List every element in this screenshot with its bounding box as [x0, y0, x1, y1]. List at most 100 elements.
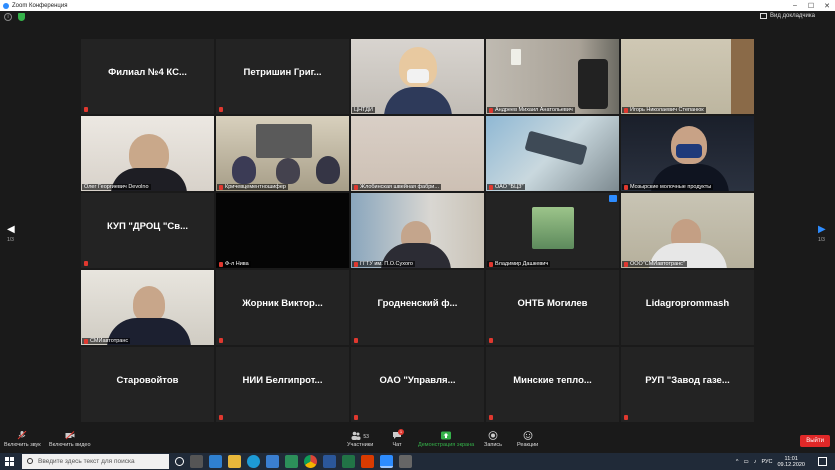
- mic-muted-icon: [624, 184, 628, 190]
- participant-video[interactable]: СМИавтотранс: [81, 270, 214, 345]
- excel-icon[interactable]: [342, 455, 355, 468]
- edge-browser-icon[interactable]: [247, 455, 260, 468]
- mic-muted-icon: [84, 107, 88, 112]
- windows-start-icon[interactable]: [5, 457, 14, 466]
- zoom-taskbar-icon[interactable]: [380, 455, 393, 468]
- participant-video-active-speaker[interactable]: ЦНТДИ: [351, 39, 484, 114]
- participant-tile[interactable]: Минские тепло...: [486, 347, 619, 422]
- record-label: Запись: [484, 442, 503, 448]
- participant-video[interactable]: Жлобинская швейная фабри...: [351, 116, 484, 191]
- clock[interactable]: 11:01 09.12.2020: [777, 456, 805, 468]
- taskbar-search-input[interactable]: Введите здесь текст для поиска: [22, 454, 169, 469]
- participants-count: 53: [363, 433, 369, 440]
- participant-video[interactable]: Кричевцементношифер: [216, 116, 349, 191]
- chat-label: Чат: [392, 442, 402, 448]
- mic-off-icon: [17, 431, 27, 440]
- record-button[interactable]: Запись: [484, 431, 502, 448]
- system-tray: ^ ▭ ♪ РУС 11:01 09.12.2020: [736, 456, 805, 468]
- volume-icon[interactable]: ♪: [754, 459, 757, 465]
- zoom-logo-icon: [3, 2, 9, 9]
- mic-muted-icon: [624, 107, 628, 113]
- participant-label: СМИавтотранс: [90, 338, 129, 344]
- participant-video[interactable]: Владимир Дашкевич: [486, 193, 619, 268]
- mic-muted-icon: [489, 107, 493, 113]
- participants-button[interactable]: 53 Участники: [347, 431, 373, 448]
- participant-video[interactable]: Мозырские молочные продукты: [621, 116, 754, 191]
- participant-tile[interactable]: Петришин Григ...: [216, 39, 349, 114]
- participant-tile[interactable]: ОНТБ Могилев: [486, 270, 619, 345]
- mic-muted-icon: [489, 415, 493, 420]
- pdf-reader-icon[interactable]: [361, 455, 374, 468]
- app-icon[interactable]: [285, 455, 298, 468]
- word-icon[interactable]: [323, 455, 336, 468]
- participant-name: Старовойтов: [116, 375, 179, 386]
- participant-label: ООО"СМИавтотранс": [630, 261, 685, 267]
- share-screen-button[interactable]: Демонстрация экрана: [418, 431, 474, 448]
- unmute-button[interactable]: Включить звук: [4, 431, 41, 448]
- prev-page-button[interactable]: ◀ 1/3: [7, 224, 15, 243]
- participant-label: Владимир Дашкевич: [495, 261, 549, 267]
- participant-video[interactable]: Андреев Михаил Анатольевич: [486, 39, 619, 114]
- chevron-right-icon: ▶: [818, 224, 826, 235]
- participant-tile[interactable]: РУП "Завод газе...: [621, 347, 754, 422]
- participant-video[interactable]: ГГТУ им. П.О.Сухого: [351, 193, 484, 268]
- participant-video[interactable]: ОАО "БЦЗ": [486, 116, 619, 191]
- mic-muted-icon: [354, 338, 358, 343]
- taskbar-apps: [175, 455, 412, 468]
- participant-tile[interactable]: КУП "ДРОЦ "Св...: [81, 193, 214, 268]
- window-title: Zoom Конференция: [12, 2, 68, 9]
- mic-muted-icon: [219, 338, 223, 343]
- next-page-button[interactable]: ▶ 1/3: [818, 224, 826, 243]
- app-icon[interactable]: [399, 455, 412, 468]
- participant-name: ОНТБ Могилев: [517, 298, 588, 309]
- participant-tile[interactable]: Lidagroprommash: [621, 270, 754, 345]
- reactions-button[interactable]: Реакции: [517, 431, 538, 448]
- participant-video[interactable]: Ф-л Нива: [216, 193, 349, 268]
- participant-tile[interactable]: Жорник Виктор...: [216, 270, 349, 345]
- participant-tile[interactable]: НИИ Белгипрот...: [216, 347, 349, 422]
- view-button[interactable]: Вид докладчика: [760, 13, 815, 19]
- participant-tile[interactable]: Филиал №4 КС...: [81, 39, 214, 114]
- grid-icon: [760, 13, 768, 19]
- chat-button[interactable]: 1 Чат: [392, 429, 404, 448]
- minimize-button[interactable]: –: [787, 0, 803, 11]
- windows-store-icon[interactable]: [209, 455, 222, 468]
- close-button[interactable]: ✕: [819, 0, 835, 11]
- tray-chevron-icon[interactable]: ^: [736, 459, 739, 465]
- maximize-button[interactable]: ☐: [803, 0, 819, 11]
- page-indicator-right: 1/3: [818, 237, 825, 243]
- language-indicator[interactable]: РУС: [761, 459, 772, 465]
- participant-tile[interactable]: Старовойтов: [81, 347, 214, 422]
- participant-label: ЦНТДИ: [354, 107, 373, 113]
- participant-video[interactable]: Игорь Николаевич Степанюк: [621, 39, 754, 114]
- cortana-icon[interactable]: [175, 457, 184, 466]
- share-screen-icon: [441, 431, 452, 440]
- participant-video[interactable]: Олег Георгиевич Devolno: [81, 116, 214, 191]
- participant-label: Олег Георгиевич Devolno: [84, 184, 149, 190]
- participant-tile[interactable]: ОАО "Управля...: [351, 347, 484, 422]
- notification-icon[interactable]: [818, 457, 827, 466]
- photos-icon[interactable]: [266, 455, 279, 468]
- participant-name: ОАО "Управля...: [379, 375, 456, 386]
- security-shield-icon[interactable]: [18, 13, 25, 21]
- participant-name: НИИ Белгипрот...: [242, 375, 323, 386]
- mic-muted-icon: [219, 415, 223, 420]
- participant-label: ГГТУ им. П.О.Сухого: [360, 261, 413, 267]
- mic-muted-icon: [84, 338, 88, 344]
- participant-name: Петришин Григ...: [243, 67, 322, 78]
- meeting-info-icon[interactable]: i: [4, 13, 12, 21]
- network-icon[interactable]: ▭: [744, 459, 749, 465]
- chrome-icon[interactable]: [304, 455, 317, 468]
- participant-tile[interactable]: Гродненский ф...: [351, 270, 484, 345]
- mic-muted-icon: [354, 184, 358, 190]
- file-explorer-icon[interactable]: [228, 455, 241, 468]
- participant-name: Гродненский ф...: [377, 298, 458, 309]
- mic-muted-icon: [84, 261, 88, 266]
- task-view-icon[interactable]: [190, 455, 203, 468]
- start-video-button[interactable]: Включить видео: [49, 431, 91, 448]
- leave-meeting-button[interactable]: Выйти: [800, 435, 830, 447]
- pin-icon[interactable]: [609, 195, 617, 202]
- share-screen-label: Демонстрация экрана: [418, 442, 475, 448]
- participant-video[interactable]: ООО"СМИавтотранс": [621, 193, 754, 268]
- participant-label: Мозырские молочные продукты: [630, 184, 712, 190]
